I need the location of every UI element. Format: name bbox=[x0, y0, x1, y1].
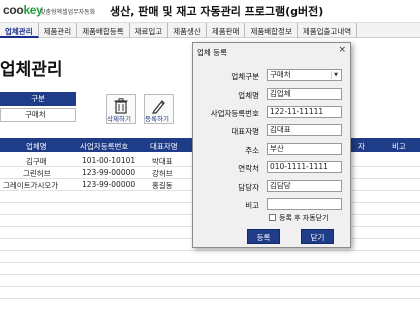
col-ceo: 대표자명 bbox=[150, 142, 178, 151]
col-vendor-name: 업체명 bbox=[26, 142, 47, 151]
auto-close-label: 등록 후 자동닫기 bbox=[279, 214, 329, 222]
label-manager: 담당자 bbox=[238, 183, 259, 192]
label-address: 주소 bbox=[245, 146, 259, 155]
phone-field[interactable]: 010-1111-1111 bbox=[267, 161, 342, 173]
menu-item-recipe-info[interactable]: 제품배합정보 bbox=[245, 23, 298, 38]
col-note: 비고 bbox=[392, 142, 406, 151]
main-menu: 업체관리 제품관리 제품배합등록 재료입고 제품생산 제품판매 제품배합정보 제… bbox=[0, 22, 420, 38]
trash-icon bbox=[114, 98, 128, 114]
row-divider bbox=[0, 286, 420, 287]
label-biz-no: 사업자등록번호 bbox=[210, 109, 259, 118]
menu-item-sales[interactable]: 제품판매 bbox=[207, 23, 246, 38]
manager-field[interactable]: 김담당 bbox=[267, 180, 342, 192]
menu-item-recipe-register[interactable]: 제품배합등록 bbox=[77, 23, 130, 38]
vendor-name-field[interactable]: 김업체 bbox=[267, 88, 342, 100]
vendor-type-value: 구매처 bbox=[270, 70, 291, 79]
address-field[interactable]: 부산 bbox=[267, 143, 342, 155]
pencil-icon bbox=[152, 100, 165, 114]
dialog-close-icon[interactable]: × bbox=[338, 45, 346, 55]
cell-biz-no: 101-00-10101 bbox=[82, 156, 136, 165]
menu-item-material-in[interactable]: 재료입고 bbox=[130, 23, 169, 38]
tagline: 맞춤형엑셀업무자동화 bbox=[40, 9, 96, 16]
menu-item-inout-history[interactable]: 제품입출고내역 bbox=[298, 23, 358, 38]
logo: cookey bbox=[3, 3, 43, 17]
filter-label: 구분 bbox=[0, 92, 76, 106]
delete-label: 삭제하기 bbox=[107, 115, 131, 123]
menu-item-production[interactable]: 제품생산 bbox=[168, 23, 207, 38]
row-divider bbox=[0, 250, 420, 251]
brand-bar: cookey 맞춤형엑셀업무자동화 생산, 판매 및 재고 자동관리 프로그램(… bbox=[0, 0, 420, 20]
label-phone: 연락처 bbox=[238, 164, 259, 173]
filter-select[interactable]: 구매처 bbox=[0, 108, 76, 122]
cell-biz-no: 123-99-00000 bbox=[82, 180, 136, 189]
ceo-field[interactable]: 김대표 bbox=[267, 124, 342, 136]
submit-button[interactable]: 등록 bbox=[247, 229, 280, 244]
row-divider bbox=[0, 262, 420, 263]
label-note: 비고 bbox=[245, 201, 259, 210]
close-button[interactable]: 닫기 bbox=[301, 229, 334, 244]
register-label: 등록하기 bbox=[145, 115, 169, 123]
label-vendor-name: 업체명 bbox=[238, 91, 259, 100]
label-vendor-type: 업체구분 bbox=[231, 72, 259, 81]
col-manager: 자 bbox=[358, 142, 365, 151]
note-field[interactable] bbox=[267, 198, 342, 210]
page-title: 업체관리 bbox=[0, 60, 63, 80]
app-title: 생산, 판매 및 재고 자동관리 프로그램(g버전) bbox=[110, 5, 324, 18]
label-ceo: 대표자명 bbox=[231, 127, 259, 136]
vendor-type-select[interactable]: 구매처 ▼ bbox=[267, 69, 342, 81]
biz-no-field[interactable]: 122-11-11111 bbox=[267, 106, 342, 118]
row-divider bbox=[0, 274, 420, 275]
menu-item-products[interactable]: 제품관리 bbox=[39, 23, 78, 38]
col-biz-no: 사업자등록번호 bbox=[80, 142, 129, 151]
vendor-register-dialog: 업체 등록 × 업체구분 구매처 ▼ 업체명 김업체 사업자등록번호 122-1… bbox=[192, 42, 351, 248]
auto-close-checkbox[interactable] bbox=[269, 214, 276, 221]
dialog-title: 업체 등록 bbox=[197, 48, 227, 57]
row-divider bbox=[0, 298, 420, 299]
menu-item-vendors[interactable]: 업체관리 bbox=[0, 23, 39, 38]
cell-biz-no: 123-99-00000 bbox=[82, 168, 136, 177]
chevron-down-icon: ▼ bbox=[331, 71, 340, 79]
